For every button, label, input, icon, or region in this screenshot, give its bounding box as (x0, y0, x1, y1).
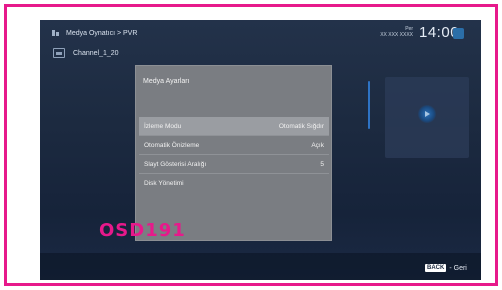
menu-item-slideshow-interval[interactable]: Slayt Gösterisi Aralığı 5 (139, 155, 329, 174)
back-key-icon: BACK (425, 264, 447, 272)
menu-item-auto-preview[interactable]: Otomatik Önizleme Açık (139, 136, 329, 155)
back-button[interactable]: BACK - Geri (425, 264, 467, 272)
play-icon (425, 111, 430, 117)
back-label: - Geri (449, 264, 467, 272)
breadcrumb: Medya Oynatıcı > PVR (52, 29, 137, 37)
list-item[interactable]: Channel_1_20 (53, 48, 119, 58)
clock-date-text: XX XXX XXXX (380, 32, 413, 38)
clock-date: Per XX XXX XXXX (371, 26, 413, 38)
osd-watermark: OSD191 (99, 220, 186, 241)
menu-item-label: Disk Yönetimi (144, 180, 184, 187)
media-player-icon (52, 30, 59, 36)
tv-screen: Medya Oynatıcı > PVR Per XX XXX XXXX 14:… (40, 20, 481, 280)
top-bar: Medya Oynatıcı > PVR Per XX XXX XXXX 14:… (40, 20, 481, 44)
dialog-title: Medya Ayarları (143, 78, 190, 85)
menu-item-value: 5 (320, 160, 324, 168)
scrollbar[interactable] (368, 81, 370, 129)
media-settings-dialog: Medya Ayarları İzleme Modu Otomatik Sığd… (135, 65, 332, 241)
menu-item-disk-management[interactable]: Disk Yönetimi (139, 174, 329, 193)
screenshot-frame: Medya Oynatıcı > PVR Per XX XXX XXXX 14:… (4, 4, 498, 286)
menu-item-label: Otomatik Önizleme (144, 141, 200, 149)
settings-menu: İzleme Modu Otomatik Sığdır Otomatik Öni… (139, 117, 329, 193)
file-label: Channel_1_20 (73, 49, 119, 57)
menu-item-value: Otomatik Sığdır (278, 122, 324, 130)
menu-item-label: Slayt Gösterisi Aralığı (144, 160, 207, 168)
channel-badge-icon (453, 28, 464, 39)
menu-item-value: Açık (311, 141, 324, 149)
footer-bar (40, 253, 481, 280)
video-file-icon (53, 48, 65, 58)
preview-thumbnail (385, 77, 469, 158)
breadcrumb-text: Medya Oynatıcı > PVR (66, 29, 138, 37)
menu-item-label: İzleme Modu (144, 122, 182, 130)
menu-item-viewing-mode[interactable]: İzleme Modu Otomatik Sığdır (139, 117, 329, 136)
